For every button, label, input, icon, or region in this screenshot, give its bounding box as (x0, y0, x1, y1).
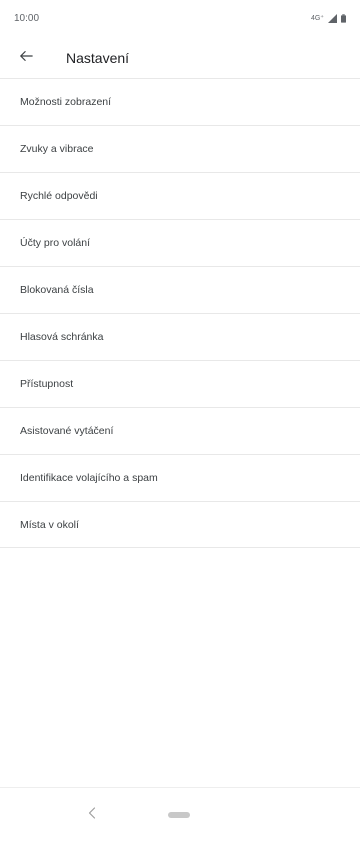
page-title: Nastavení (66, 50, 130, 66)
navigation-bar (0, 787, 360, 843)
settings-item-caller-id-spam[interactable]: Identifikace volajícího a spam (0, 454, 360, 501)
settings-item-nearby-places[interactable]: Místa v okolí (0, 501, 360, 548)
settings-item-label: Identifikace volajícího a spam (20, 472, 158, 484)
settings-item-calling-accounts[interactable]: Účty pro volání (0, 219, 360, 266)
settings-item-label: Místa v okolí (20, 518, 79, 531)
status-time: 10:00 (14, 12, 40, 24)
chevron-left-icon (88, 806, 96, 824)
app-bar: Nastavení (0, 36, 360, 80)
settings-item-sounds-vibration[interactable]: Zvuky a vibrace (0, 125, 360, 172)
status-bar: 10:00 4G⁺ (0, 0, 360, 36)
settings-item-label: Hlasová schránka (20, 331, 104, 343)
status-icons: 4G⁺ (310, 13, 346, 23)
settings-item-display-options[interactable]: Možnosti zobrazení (0, 78, 360, 125)
settings-item-label: Možnosti zobrazení (20, 96, 112, 108)
home-pill-icon[interactable] (168, 812, 190, 818)
nav-back-button[interactable] (82, 805, 102, 825)
settings-item-quick-responses[interactable]: Rychlé odpovědi (0, 172, 360, 219)
settings-item-blocked-numbers[interactable]: Blokovaná čísla (0, 266, 360, 313)
settings-item-accessibility[interactable]: Přístupnost (0, 360, 360, 407)
settings-item-label: Asistované vytáčení (20, 425, 114, 437)
network-type: 4G⁺ (310, 15, 324, 22)
arrow-left-icon (19, 49, 33, 68)
battery-icon (341, 13, 346, 23)
settings-item-assisted-dialing[interactable]: Asistované vytáčení (0, 407, 360, 454)
settings-item-label: Rychlé odpovědi (20, 190, 98, 202)
settings-item-label: Přístupnost (20, 378, 74, 390)
signal-icon (328, 13, 337, 23)
back-button[interactable] (0, 36, 52, 80)
settings-item-voicemail[interactable]: Hlasová schránka (0, 313, 360, 360)
settings-item-label: Blokovaná čísla (20, 284, 94, 296)
settings-item-label: Zvuky a vibrace (20, 143, 94, 155)
settings-item-label: Účty pro volání (20, 237, 91, 249)
settings-list: Možnosti zobrazení Zvuky a vibrace Rychl… (0, 78, 360, 548)
